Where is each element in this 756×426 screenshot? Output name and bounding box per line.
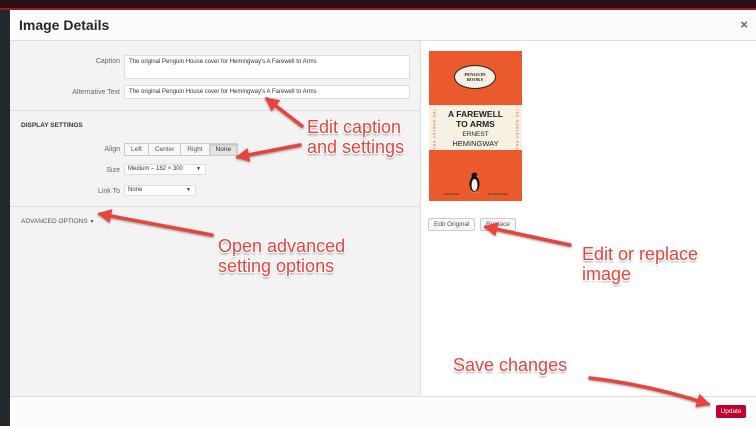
replace-button[interactable]: Replace [480,218,516,231]
align-left-button[interactable]: Left [125,144,149,155]
modal-title: Image Details [19,17,110,33]
alt-text-label: Alternative Text [72,89,120,96]
divider [10,206,420,207]
align-right-button[interactable]: Right [181,144,210,155]
cover-spine-text-left: THE BODLEY HEAD [432,109,436,154]
annotation-save-changes: Save changes [453,355,568,375]
modal-header: Image Details × [10,10,756,41]
align-center-button[interactable]: Center [149,144,182,155]
display-settings-heading: DISPLAY SETTINGS [21,122,83,129]
cover-footer-right: UNABRIDGED [487,192,508,196]
divider [10,110,420,111]
advanced-options-label: ADVANCED OPTIONS [21,218,88,225]
edit-original-button[interactable]: Edit Original [428,218,476,231]
annotation-edit-replace: Edit or replace image [582,244,699,284]
cover-title-line2: TO ARMS [456,119,495,129]
link-to-select-value: None [128,187,143,193]
advanced-options-toggle[interactable]: ADVANCED OPTIONS ▼ [21,218,94,225]
cover-author-line1: ERNEST [462,131,489,138]
align-button-group: Left Center Right None [124,143,239,156]
alt-text-input[interactable]: The original Penguin House cover for Hem… [124,85,410,99]
caret-down-icon: ▼ [89,219,95,225]
settings-pane: Caption Alternative Text The original Pe… [10,41,421,396]
close-icon[interactable]: × [740,17,748,32]
cover-author-line2: HEMINGWAY [452,139,499,148]
image-preview-pane: PENGUIN BOOKS A FAREWELL TO ARMS ERNEST … [421,41,756,396]
align-none-button[interactable]: None [209,144,238,155]
size-select[interactable]: Medium – 182 × 300 ▼ [124,164,206,175]
caption-input[interactable] [124,55,410,79]
background-window-strip [0,0,756,10]
link-to-label: Link To [97,188,120,195]
link-to-select[interactable]: None ▼ [124,185,196,196]
penguin-books-logo: PENGUIN BOOKS [454,65,496,89]
image-details-modal: Image Details × Caption Alternative Text… [10,10,756,426]
update-button[interactable]: Update [716,405,746,418]
penguin-icon [469,172,480,193]
size-select-value: Medium – 182 × 300 [128,166,183,172]
chevron-down-icon: ▼ [186,187,191,193]
cover-footer-left: COMPLETE [443,192,460,196]
annotation-edit-caption: Edit caption and settings [307,117,405,157]
annotation-advanced: Open advanced setting options [218,236,346,276]
size-label: Size [106,167,120,174]
cover-spine-text-right: THE BODLEY HEAD [515,109,519,154]
modal-footer: Update [10,396,756,426]
cover-title-line1: A FAREWELL [448,109,503,119]
book-cover-image: PENGUIN BOOKS A FAREWELL TO ARMS ERNEST … [429,51,522,201]
caption-label: Caption [95,58,120,65]
chevron-down-icon: ▼ [196,166,201,172]
align-label: Align [104,146,120,153]
